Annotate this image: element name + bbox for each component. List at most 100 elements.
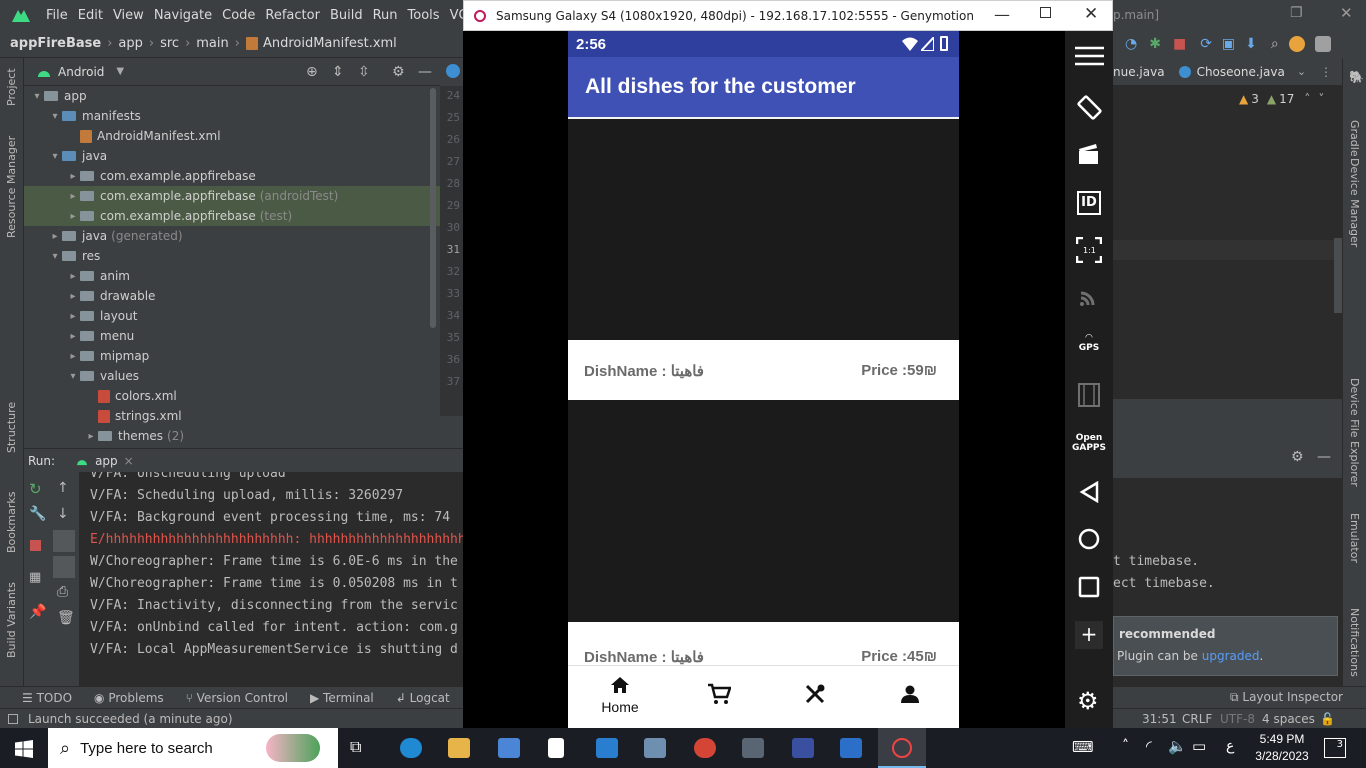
chevron-right-icon[interactable]: ▸ xyxy=(84,431,98,442)
tree-item[interactable]: ▸ com.example.appfirebase (androidTest) xyxy=(24,186,440,206)
layout-inspector-tab[interactable]: ⧉ Layout Inspector xyxy=(1230,690,1343,705)
project-tool-tab[interactable]: Project xyxy=(5,68,18,106)
back-icon[interactable] xyxy=(1079,481,1099,503)
tree-item[interactable]: ▾ java xyxy=(24,146,440,166)
notepad-icon[interactable] xyxy=(548,738,564,758)
chevron-right-icon[interactable]: ▸ xyxy=(66,171,80,182)
search-icon[interactable]: ⌕ xyxy=(1271,36,1279,52)
tree-item[interactable]: ▸ themes (2) xyxy=(24,426,440,446)
chevron-down-icon[interactable]: ⌄ xyxy=(1297,65,1306,78)
wrench-icon[interactable]: 🔧 xyxy=(29,506,46,522)
structure-tab[interactable]: Structure xyxy=(5,402,18,453)
pin-icon[interactable]: 📌 xyxy=(29,604,46,620)
clock[interactable]: 5:49 PM 3/28/2023 xyxy=(1252,731,1312,765)
dish-info[interactable]: DishName : فاهيتا Price :59₪ xyxy=(568,340,959,400)
tree-item[interactable]: strings.xml xyxy=(24,406,440,426)
gear-icon[interactable]: ⚙ xyxy=(1291,449,1304,465)
tools-icon[interactable] xyxy=(742,738,764,758)
sync-icon[interactable]: ⟳ xyxy=(1200,36,1212,52)
chevron-up-icon[interactable]: ˄ xyxy=(1304,92,1310,106)
tree-item[interactable]: ▾ app xyxy=(24,86,440,106)
device-manager-tab[interactable]: Device Manager xyxy=(1348,158,1361,247)
edge-icon[interactable] xyxy=(400,738,422,758)
breadcrumb-src[interactable]: src xyxy=(160,36,179,51)
tree-item[interactable]: ▸ mipmap xyxy=(24,346,440,366)
chevron-right-icon[interactable]: ▸ xyxy=(66,351,80,362)
tree-item[interactable]: ▾ res xyxy=(24,246,440,266)
print-icon[interactable]: ⎙ xyxy=(57,584,68,600)
collapse-all-icon[interactable]: ⇳ xyxy=(358,64,370,80)
lock-icon[interactable]: 🔓 xyxy=(1320,712,1335,726)
menu-item-edit[interactable]: Edit xyxy=(78,8,103,23)
close-icon[interactable]: ✕ xyxy=(1084,4,1098,24)
version-control-tab[interactable]: ⑂ Version Control xyxy=(186,691,288,705)
stop-icon[interactable] xyxy=(30,540,41,551)
tree-item[interactable]: ▾ manifests xyxy=(24,106,440,126)
bookmarks-tab[interactable]: Bookmarks xyxy=(5,492,18,553)
notification-center-icon[interactable]: 3 xyxy=(1324,738,1346,758)
gear-icon[interactable]: ⚙ xyxy=(392,64,405,80)
file-encoding[interactable]: UTF-8 xyxy=(1220,712,1255,726)
chevron-right-icon[interactable]: ▸ xyxy=(48,231,62,242)
upgraded-link[interactable]: upgraded xyxy=(1202,649,1260,663)
input-language[interactable]: ع xyxy=(1226,738,1234,754)
plus-icon[interactable]: + xyxy=(1075,621,1103,649)
chevron-down-icon[interactable]: ▾ xyxy=(30,91,44,102)
todo-tab[interactable]: ☰ TODO xyxy=(22,691,72,705)
tree-item[interactable]: ▸ java (generated) xyxy=(24,226,440,246)
tree-item[interactable]: colors.xml xyxy=(24,386,440,406)
layout-icon[interactable]: ▦ xyxy=(29,570,41,585)
logcat-tab[interactable]: ↲ Logcat xyxy=(396,691,450,705)
minimize-icon[interactable]: — xyxy=(994,5,1010,24)
avd-icon[interactable]: ▣ xyxy=(1222,36,1235,52)
virtualbox-icon[interactable] xyxy=(644,738,666,758)
tree-scrollbar[interactable] xyxy=(430,88,436,328)
caret-position[interactable]: 31:51 xyxy=(1142,712,1177,726)
breadcrumb-project[interactable]: appFireBase xyxy=(10,36,101,51)
chevron-down-icon[interactable]: ▾ xyxy=(48,251,62,262)
recent-apps-icon[interactable] xyxy=(1078,576,1100,598)
chrome-icon[interactable] xyxy=(694,738,716,758)
java-class-icon[interactable] xyxy=(446,64,460,78)
notifications-tab[interactable]: Notifications xyxy=(1348,608,1361,677)
tree-item[interactable]: AndroidManifest.xml xyxy=(24,126,440,146)
menu-item-code[interactable]: Code xyxy=(222,8,255,23)
tree-item[interactable]: ▸ menu xyxy=(24,326,440,346)
notification-balloon[interactable]: recommended Plugin can be upgraded. xyxy=(1113,616,1338,676)
capture-icon[interactable] xyxy=(1078,143,1100,165)
breadcrumb-file[interactable]: AndroidManifest.xml xyxy=(263,36,397,51)
tab-nue-java[interactable]: nue.java xyxy=(1113,65,1165,79)
gradle-tab[interactable]: Gradle xyxy=(1348,120,1361,157)
menu-icon[interactable] xyxy=(1075,46,1104,66)
store-icon[interactable] xyxy=(498,738,520,758)
chevron-down-icon[interactable]: ▾ xyxy=(48,111,62,122)
menu-item-build[interactable]: Build xyxy=(330,8,363,23)
locate-icon[interactable]: ⊕ xyxy=(306,64,318,80)
tree-item[interactable]: ▾ values xyxy=(24,366,440,386)
emulator-tab[interactable]: Emulator xyxy=(1348,513,1361,563)
status-toggle-icon[interactable] xyxy=(8,713,18,724)
rerun-icon[interactable]: ↻ xyxy=(29,480,42,498)
chevron-down-icon[interactable]: ▾ xyxy=(66,371,80,382)
inspection-widget[interactable]: ▲ 3 ▲ 17 ˄ ˅ xyxy=(1239,92,1324,106)
tree-item[interactable]: ▸ com.example.appfirebase (test) xyxy=(24,206,440,226)
debug-icon[interactable]: ✱ xyxy=(1149,36,1161,52)
chevron-right-icon[interactable]: ▸ xyxy=(66,311,80,322)
chevron-right-icon[interactable]: ▸ xyxy=(66,331,80,342)
chevron-down-icon[interactable]: ▾ xyxy=(48,151,62,162)
tree-item[interactable]: ▸ com.example.appfirebase xyxy=(24,166,440,186)
chevron-right-icon[interactable]: ▸ xyxy=(66,271,80,282)
dish-image[interactable] xyxy=(568,119,959,340)
network-icon[interactable]: ◜ xyxy=(1146,737,1152,755)
minimize-icon[interactable]: — xyxy=(1317,449,1331,465)
chevron-down-icon[interactable]: ▼ xyxy=(116,66,124,77)
menu-item-navigate[interactable]: Navigate xyxy=(154,8,212,23)
task-view-icon[interactable]: ⧉ xyxy=(350,737,361,757)
project-view-selector[interactable]: Android xyxy=(58,65,104,79)
battery-tray-icon[interactable]: ▭ xyxy=(1192,737,1206,755)
volume-icon[interactable]: 🔈 xyxy=(1168,737,1187,755)
account-icon[interactable] xyxy=(1314,36,1331,52)
minimize-icon[interactable]: — xyxy=(418,64,432,80)
stop-icon[interactable]: ■ xyxy=(1173,36,1186,52)
mail-icon[interactable] xyxy=(596,738,618,758)
